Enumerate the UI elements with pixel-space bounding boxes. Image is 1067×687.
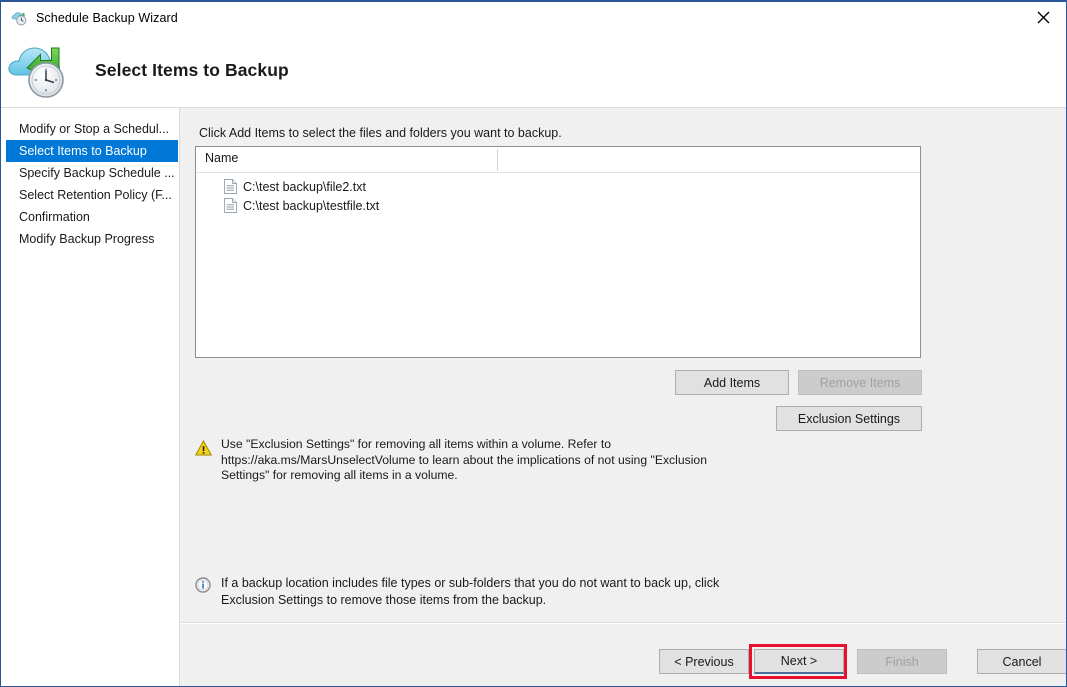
file-icon <box>224 198 237 213</box>
list-item-label: C:\test backup\file2.txt <box>243 180 366 194</box>
list-column-header: Name <box>196 147 920 173</box>
backup-items-list[interactable]: Name <box>195 146 921 358</box>
next-button-highlight: Next > <box>749 644 847 679</box>
cloud-clock-icon <box>11 9 29 27</box>
sidebar-item-specify-backup-schedule[interactable]: Specify Backup Schedule ... <box>6 162 178 184</box>
instruction-text: Click Add Items to select the files and … <box>199 126 562 140</box>
previous-button[interactable]: < Previous <box>659 649 749 674</box>
next-button[interactable]: Next > <box>754 649 844 674</box>
exclusion-settings-button[interactable]: Exclusion Settings <box>776 406 922 431</box>
list-rows: C:\test backup\file2.txt <box>196 173 920 215</box>
window-title: Schedule Backup Wizard <box>36 11 178 25</box>
warning-triangle-icon <box>195 440 212 456</box>
remove-items-button: Remove Items <box>798 370 922 395</box>
close-icon[interactable] <box>1020 2 1066 32</box>
table-row[interactable]: C:\test backup\file2.txt <box>196 177 920 196</box>
add-items-button[interactable]: Add Items <box>675 370 789 395</box>
sidebar-item-modify-or-stop-schedule[interactable]: Modify or Stop a Schedul... <box>6 118 178 140</box>
info-circle-icon <box>195 577 211 593</box>
sidebar-item-confirmation[interactable]: Confirmation <box>6 206 178 228</box>
sidebar-item-select-retention-policy[interactable]: Select Retention Policy (F... <box>6 184 178 206</box>
cancel-button[interactable]: Cancel <box>977 649 1067 674</box>
wizard-footer: < Previous Next > Finish Cancel <box>181 624 1066 686</box>
page-header: Select Items to Backup <box>1 34 1066 108</box>
title-bar: Schedule Backup Wizard <box>1 2 1066 34</box>
cloud-backup-clock-icon <box>7 42 75 100</box>
wizard-step-sidebar: Modify or Stop a Schedul... Select Items… <box>1 108 180 686</box>
schedule-backup-wizard-window: Schedule Backup Wizard <box>0 0 1067 687</box>
page-title: Select Items to Backup <box>95 60 289 81</box>
warning-text: Use "Exclusion Settings" for removing al… <box>221 437 735 484</box>
info-text: If a backup location includes file types… <box>221 575 735 609</box>
finish-button: Finish <box>857 649 947 674</box>
file-icon <box>224 179 237 194</box>
exclusion-info-message: If a backup location includes file types… <box>195 575 735 609</box>
column-resize-handle[interactable] <box>497 149 498 171</box>
sidebar-item-select-items-to-backup[interactable]: Select Items to Backup <box>6 140 178 162</box>
table-row[interactable]: C:\test backup\testfile.txt <box>196 196 920 215</box>
exclusion-warning-message: Use "Exclusion Settings" for removing al… <box>195 437 735 484</box>
column-header-name[interactable]: Name <box>205 151 238 165</box>
list-item-label: C:\test backup\testfile.txt <box>243 199 379 213</box>
sidebar-item-modify-backup-progress[interactable]: Modify Backup Progress <box>6 228 178 250</box>
content-pane: Click Add Items to select the files and … <box>181 108 1066 686</box>
